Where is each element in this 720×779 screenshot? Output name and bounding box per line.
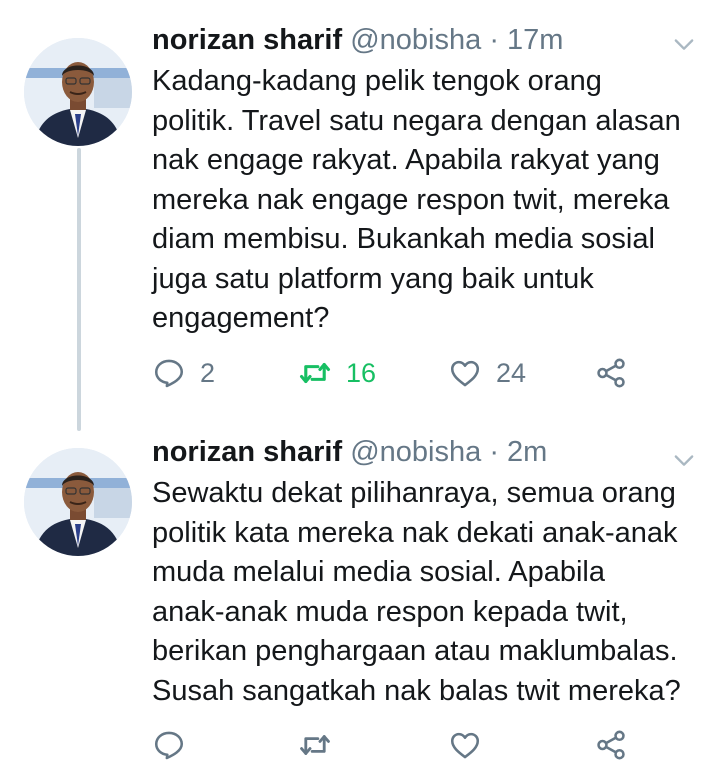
tweet[interactable]: norizan sharif @nobisha · 17m Kadang-kad…: [0, 0, 720, 410]
like-count: 24: [496, 357, 527, 388]
tweet-actions: 2 16 24: [152, 353, 640, 393]
tweet-text: Kadang-kadang pelik tengok orang politik…: [152, 65, 681, 334]
retweet-count: 16: [346, 357, 377, 388]
display-name[interactable]: norizan sharif: [152, 24, 342, 56]
separator-dot: ·: [489, 24, 499, 56]
retweet-button[interactable]: 16: [298, 353, 376, 393]
display-name[interactable]: norizan sharif: [152, 436, 342, 468]
tweet-content: norizan sharif @nobisha · 17m Kadang-kad…: [152, 20, 700, 339]
reply-icon: [154, 359, 184, 388]
tweet-actions: [152, 725, 640, 765]
timestamp[interactable]: 17m: [507, 24, 563, 56]
tweet-text: Sewaktu dekat pilihanraya, semua orang p…: [152, 477, 681, 707]
user-handle[interactable]: @nobisha: [350, 24, 481, 56]
share-button[interactable]: [594, 353, 628, 393]
user-handle[interactable]: @nobisha: [350, 436, 481, 468]
like-button[interactable]: [448, 725, 496, 765]
share-icon: [597, 358, 625, 388]
separator-dot: ·: [489, 436, 499, 468]
timestamp[interactable]: 2m: [507, 436, 547, 468]
avatar[interactable]: [24, 38, 132, 146]
reply-count: 2: [200, 357, 216, 388]
tweet[interactable]: norizan sharif @nobisha · 2m Sewaktu dek…: [0, 420, 720, 779]
reply-button[interactable]: [152, 725, 200, 765]
reply-icon: [154, 731, 184, 760]
retweet-icon: [300, 735, 330, 755]
share-button[interactable]: [594, 725, 628, 765]
like-button[interactable]: 24: [448, 353, 526, 393]
like-icon: [450, 732, 480, 759]
retweet-button[interactable]: [298, 725, 346, 765]
tweet-header: norizan sharif @nobisha · 2m: [152, 432, 700, 472]
chevron-down-icon[interactable]: [670, 446, 698, 474]
tweet-header: norizan sharif @nobisha · 17m: [152, 20, 700, 60]
retweet-icon: [299, 362, 331, 384]
tweet-content: norizan sharif @nobisha · 2m Sewaktu dek…: [152, 432, 700, 711]
chevron-down-icon[interactable]: [670, 30, 698, 58]
like-icon: [450, 360, 480, 387]
reply-button[interactable]: 2: [152, 353, 215, 393]
share-icon: [597, 730, 625, 760]
avatar[interactable]: [24, 448, 132, 556]
